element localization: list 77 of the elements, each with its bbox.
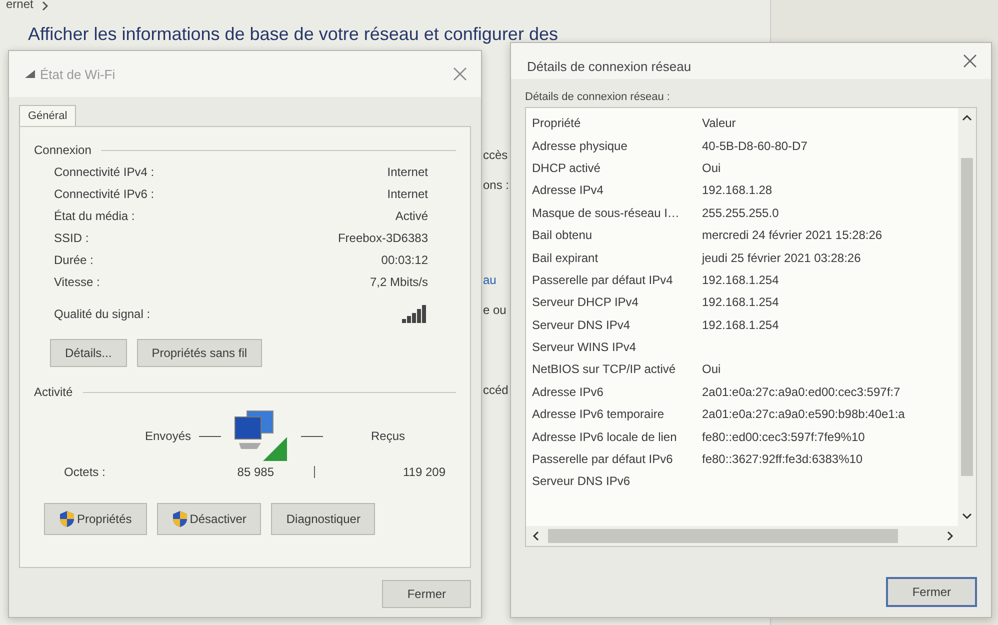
property-cell-text: Bail expirant (532, 250, 600, 265)
property-cell-text: Adresse physique (532, 138, 628, 153)
value-cell: Oui (702, 362, 721, 376)
property-cell-text: Bail obtenu (532, 228, 594, 242)
value-cell: 192.168.1.254 (702, 295, 779, 310)
value-cell: jeudi 25 février 2021 03:28:26 (702, 250, 861, 265)
tab[interactable]: Général (19, 105, 76, 126)
group-heading: Connexion (34, 143, 92, 157)
dialog-button[interactable]: Propriétés (44, 503, 147, 535)
chevron-icon (41, 1, 50, 11)
field-label: État du média : (54, 209, 135, 223)
property-cell-text: Passerelle par défaut IPv4 (532, 272, 674, 287)
close-button[interactable]: Fermer (886, 577, 977, 607)
page-text: e ou (483, 302, 508, 319)
property-cell-text: Adresse IPv4 (532, 183, 604, 198)
dialog-button[interactable]: Propriétés sans fil (136, 339, 262, 367)
close-icon[interactable] (453, 67, 467, 81)
column-header[interactable]: Valeur (702, 116, 736, 130)
value-cell: 192.168.1.254 (702, 272, 779, 287)
property-cell-text: Serveur DNS IPv4 (532, 318, 632, 332)
list-label: Détails de connexion réseau : (525, 91, 671, 103)
dialog-button[interactable]: Détails... (50, 339, 127, 367)
page-text: ccéd (483, 382, 510, 399)
value-cell: Oui (702, 160, 721, 175)
field-value: Internet (387, 187, 428, 201)
value-cell: 192.168.1.28 (702, 183, 772, 198)
field-label: Vitesse : (54, 275, 100, 289)
property-cell-text: DHCP activé (532, 160, 602, 175)
link[interactable]: au (483, 265, 510, 295)
field-label: Durée : (54, 253, 94, 267)
dialog-button[interactable]: Diagnostiquer (271, 503, 376, 535)
dialog-button[interactable]: Désactiver (156, 503, 262, 535)
column-header[interactable]: Propriété (532, 116, 702, 130)
value-cell: 192.168.1.254 (702, 318, 779, 332)
page-text: ons : (483, 177, 510, 194)
property-cell-text: Masque de sous-réseau I… (532, 206, 680, 220)
field-label: Qualité du signal : (54, 307, 150, 321)
field-label: SSID : (54, 231, 89, 245)
field-label: Connectivité IPv6 : (54, 187, 154, 201)
vertical-scrollbar[interactable] (958, 108, 976, 526)
value-cell: 40-5B-D8-60-80-D7 (702, 138, 808, 153)
close-icon[interactable] (963, 54, 977, 68)
bytes-received: 119 209 (403, 465, 446, 479)
horizontal-scrollbar[interactable] (526, 526, 976, 546)
page-text: ccès (483, 147, 509, 164)
close-button[interactable]: Fermer (382, 580, 471, 608)
property-cell-text: Passerelle par défaut IPv6 (532, 452, 674, 466)
breadcrumb[interactable]: ernet (6, 0, 34, 10)
sent-label: Envoyés (144, 429, 191, 443)
field-value: 7,2 Mbits/s (370, 275, 428, 289)
window-title: État de Wi-Fi (40, 66, 116, 82)
value-cell: 2a01:e0a:27c:a9a0:ed00:cec3:597f:7 (702, 384, 900, 399)
value-cell: fe80::3627:92ff:fe3d:6383%10 (702, 452, 863, 466)
field-value: Internet (387, 165, 428, 179)
value-cell: mercredi 24 février 2021 15:28:26 (702, 228, 882, 242)
property-cell-text: Serveur WINS IPv4 (532, 340, 638, 354)
value-cell: fe80::ed00:cec3:597f:7fe9%10 (702, 430, 865, 444)
signal-icon (25, 70, 35, 78)
property-cell-text: Serveur DHCP IPv4 (532, 295, 640, 310)
property-cell-text: NetBIOS sur TCP/IP activé (532, 362, 677, 376)
page-heading: Afficher les informations de base de votre réseau et configurer des (27, 23, 559, 45)
bytes-sent: 85 985 (236, 465, 274, 479)
received-label: Reçus (371, 429, 406, 443)
value-cell: 255.255.255.0 (702, 206, 779, 220)
group-heading: Activité (34, 385, 73, 399)
field-value: 00:03:12 (381, 253, 428, 267)
bytes-label: Octets : (64, 465, 106, 479)
field-label: Connectivité IPv4 : (54, 165, 154, 179)
property-cell-text: Serveur DNS IPv6 (532, 474, 632, 488)
property-cell-text: Adresse IPv6 locale de lien (532, 430, 678, 444)
field-value: Activé (395, 209, 428, 223)
value-cell: 2a01:e0a:27c:a9a0:e590:b98b:40e1:a (702, 407, 905, 422)
property-cell-text: Adresse IPv6 (532, 384, 604, 399)
window-title: Détails de connexion réseau (527, 58, 692, 74)
property-cell-text: Adresse IPv6 temporaire (532, 407, 666, 422)
signal-bars-icon (402, 305, 428, 323)
field-value: Freebox-3D6383 (338, 231, 428, 245)
